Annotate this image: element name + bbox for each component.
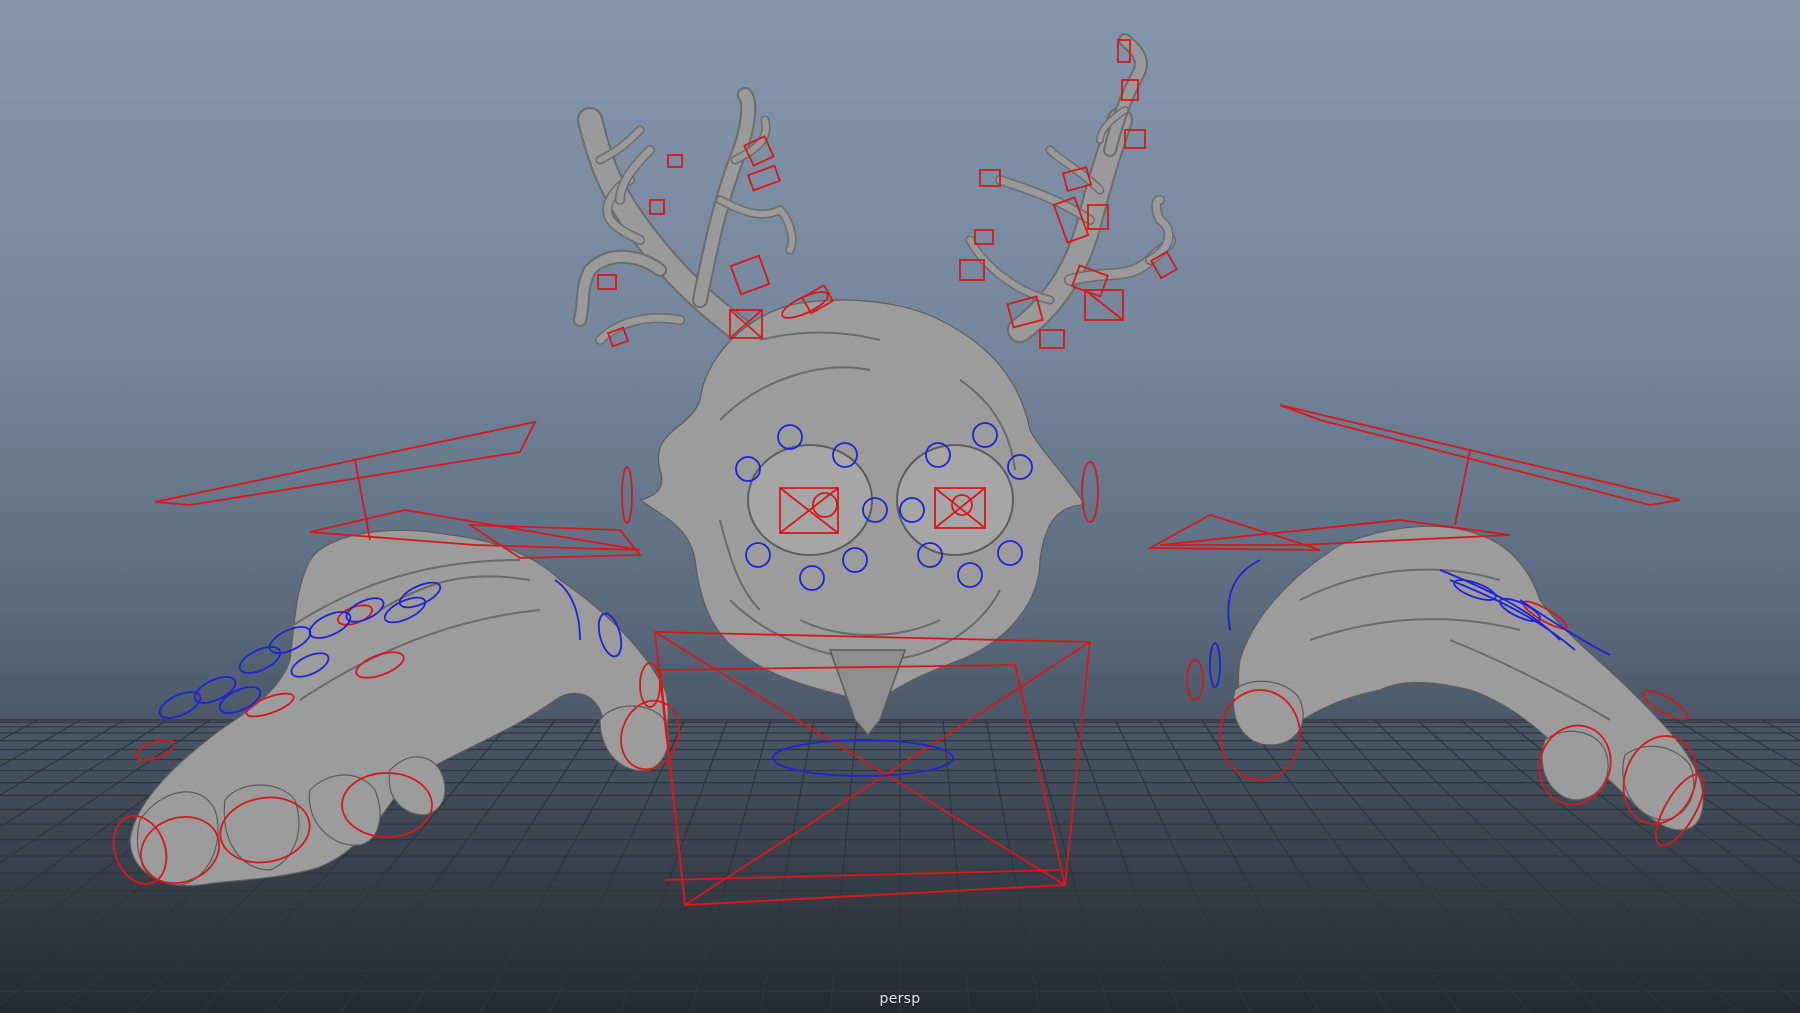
maya-viewport-persp[interactable]: persp: [0, 0, 1800, 1013]
left-hand-mesh[interactable]: [129, 529, 670, 887]
right-hand-mesh[interactable]: [1232, 525, 1704, 831]
camera-name-label: persp: [879, 991, 921, 1007]
left-antler-mesh[interactable]: [573, 87, 797, 345]
